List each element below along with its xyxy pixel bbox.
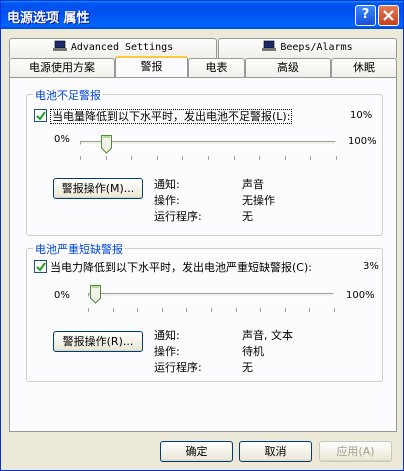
slider-tick	[88, 308, 89, 312]
window-title: 电源选项 属性	[7, 11, 90, 26]
ok-button[interactable]: 确定	[160, 441, 233, 462]
slider-tick	[259, 156, 261, 160]
slider-tick	[334, 308, 335, 312]
tab-advanced[interactable]: 高级	[245, 58, 331, 78]
critical-slider-max-label: 100%	[346, 290, 375, 301]
critical-notify-label: 通知:	[154, 329, 180, 342]
slider-tick	[284, 156, 286, 160]
critical-battery-alarm-label: 当电力降低到以下水平时，发出电池严重短缺警报(C):	[50, 261, 312, 274]
cancel-button[interactable]: 取消	[239, 441, 312, 462]
slider-tick	[161, 308, 163, 312]
tab-alarms-label: 警报	[140, 60, 163, 73]
low-program-label: 运行程序:	[154, 210, 202, 223]
critical-battery-alarm-checkbox[interactable]: 当电力降低到以下水平时，发出电池严重短缺警报(C):	[34, 259, 312, 275]
help-icon: ?	[361, 7, 370, 22]
slider-tick	[112, 308, 114, 312]
slider-tick	[309, 308, 311, 312]
alarms-panel: 电池不足警报 当电量降低到以下水平时，发出电池不足警报(L): 10% 0% 1…	[9, 77, 397, 432]
slider-tick	[105, 156, 107, 160]
laptop-icon	[262, 40, 277, 51]
low-battery-group-title: 电池不足警报	[33, 87, 103, 103]
critical-slider-min-label: 0%	[54, 290, 70, 301]
low-slider-min-label: 0%	[54, 134, 70, 145]
critical-battery-slider-thumb[interactable]	[90, 285, 102, 304]
low-battery-slider-thumb[interactable]	[100, 135, 112, 154]
low-notify-label: 通知:	[154, 178, 180, 191]
critical-battery-group-title: 电池严重短缺警报	[33, 241, 125, 257]
low-battery-slider-track[interactable]	[80, 141, 336, 145]
slider-tick	[211, 308, 212, 312]
laptop-icon	[52, 40, 67, 51]
tab-beeps-alarms-label: Beeps/Alarms	[280, 42, 353, 53]
tab-power-schemes[interactable]: 电源使用方案	[9, 58, 115, 78]
critical-program-label: 运行程序:	[154, 361, 202, 374]
slider-tick	[336, 156, 337, 160]
low-action-value: 无操作	[242, 194, 275, 207]
low-battery-level-value: 10%	[350, 110, 373, 121]
low-battery-alarm-checkbox[interactable]: 当电量降低到以下水平时，发出电池不足警报(L):	[34, 108, 293, 124]
low-battery-alarm-label: 当电量降低到以下水平时，发出电池不足警报(L):	[50, 109, 293, 124]
tab-power-schemes-label: 电源使用方案	[29, 61, 95, 74]
tab-hibernate-label: 休眠	[353, 61, 375, 74]
slider-tick	[137, 308, 139, 312]
tab-advanced-settings-label: Advanced Settings	[70, 42, 174, 53]
power-options-window: 电源选项 属性 ? Advanced Settings Beeps/Alarms…	[0, 0, 404, 471]
slider-tick	[310, 156, 312, 160]
low-program-value: 无	[242, 210, 253, 223]
tab-advanced-settings[interactable]: Advanced Settings	[9, 38, 217, 58]
slider-tick	[131, 156, 133, 160]
slider-tick	[260, 308, 262, 312]
tab-beeps-alarms[interactable]: Beeps/Alarms	[218, 38, 397, 58]
slider-tick	[156, 156, 158, 160]
critical-battery-slider-track[interactable]	[88, 293, 334, 297]
low-slider-max-label: 100%	[348, 136, 377, 147]
help-button[interactable]: ?	[355, 5, 376, 26]
tab-power-meter-label: 电表	[205, 61, 228, 74]
close-button[interactable]	[378, 5, 399, 26]
checkmark-icon	[36, 262, 46, 272]
low-alarm-action-button[interactable]: 警报操作(M)...	[53, 178, 143, 199]
close-icon	[383, 10, 394, 21]
checkbox[interactable]	[34, 260, 47, 273]
tab-advanced-label: 高级	[277, 61, 299, 74]
critical-battery-level-value: 3%	[363, 261, 379, 272]
slider-tick	[80, 156, 81, 160]
slider-tick	[235, 308, 237, 312]
slider-tick	[186, 308, 188, 312]
apply-button[interactable]: 应用(A)	[319, 441, 392, 462]
title-bar[interactable]: 电源选项 属性 ?	[1, 1, 403, 29]
low-notify-value: 声音	[242, 178, 264, 191]
slider-tick	[284, 308, 286, 312]
tab-hibernate[interactable]: 休眠	[331, 58, 397, 78]
critical-alarm-action-button[interactable]: 警报操作(R)...	[53, 331, 143, 352]
tab-alarms[interactable]: 警报	[115, 56, 188, 77]
critical-action-value: 待机	[242, 345, 264, 358]
critical-program-value: 无	[242, 361, 253, 374]
slider-tick	[182, 156, 184, 160]
low-action-label: 操作:	[154, 194, 180, 207]
slider-tick	[233, 156, 235, 160]
checkbox[interactable]	[34, 109, 47, 122]
critical-notify-value: 声音, 文本	[242, 329, 293, 342]
checkmark-icon	[36, 111, 46, 121]
tab-power-meter[interactable]: 电表	[188, 58, 245, 78]
slider-tick	[208, 156, 209, 160]
critical-action-label: 操作:	[154, 345, 180, 358]
